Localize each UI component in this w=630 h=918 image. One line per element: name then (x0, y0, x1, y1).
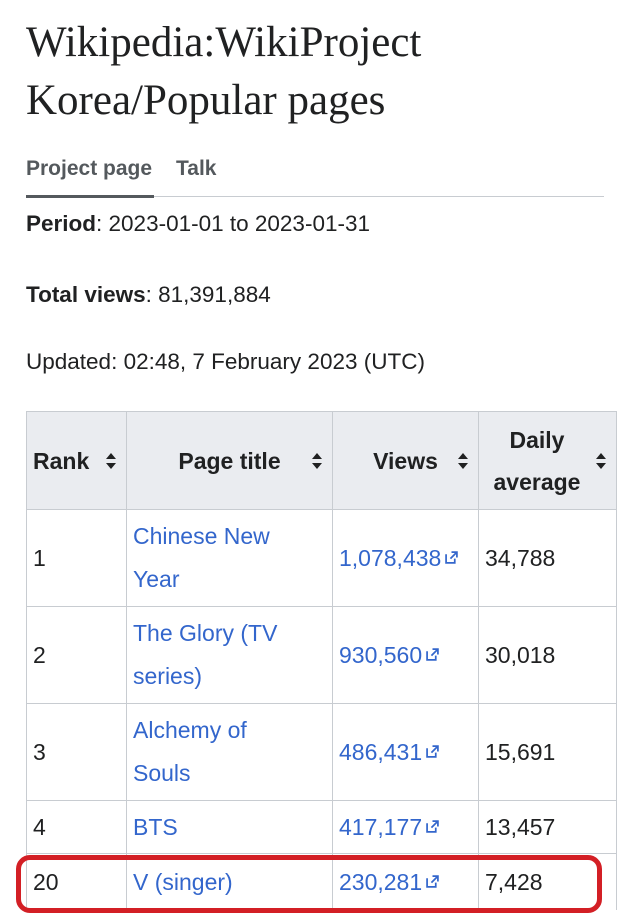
title-cell: Alchemy of Souls (126, 703, 333, 801)
page-title-line2: Korea/Popular pages (26, 77, 386, 124)
header-page-title-label: Page title (178, 447, 281, 474)
header-rank[interactable]: Rank (26, 411, 127, 510)
tab-talk[interactable]: Talk (176, 156, 216, 195)
updated-line: Updated: 02:48, 7 February 2023 (UTC) (26, 349, 425, 374)
daily-cell: 13,457 (478, 800, 617, 854)
page-link-line2: Souls (133, 760, 191, 786)
views-value: 486,431 (339, 738, 423, 765)
total-views-line: Total views: 81,391,884 (26, 282, 271, 308)
views-value: 417,177 (339, 813, 423, 840)
views-cell: 486,431 (332, 703, 479, 801)
period-line: Period: 2023-01-01 to 2023-01-31 (26, 211, 370, 237)
title-cell: The Glory (TV series) (126, 606, 333, 704)
header-rank-label: Rank (33, 447, 90, 474)
daily-cell: 30,018 (478, 606, 617, 704)
rank-cell: 1 (26, 509, 127, 607)
table-header-row: Rank Page title Views Daily average (26, 411, 617, 510)
namespace-tabs: Project page Talk (26, 152, 604, 198)
sort-icon[interactable] (596, 452, 606, 469)
table-row: 4 BTS 417,177 13,457 (26, 800, 617, 854)
views-value: 930,560 (339, 641, 423, 668)
daily-cell: 34,788 (478, 509, 617, 607)
views-cell: 930,560 (332, 606, 479, 704)
highlight-box (16, 855, 602, 913)
rank-cell: 4 (26, 800, 127, 854)
period-value: : 2023-01-01 to 2023-01-31 (96, 211, 370, 236)
page-link[interactable]: BTS (133, 814, 178, 840)
page-link-line1: Alchemy of (133, 717, 247, 743)
header-views[interactable]: Views (332, 411, 479, 510)
views-cell: 417,177 (332, 800, 479, 854)
views-value: 1,078,438 (339, 544, 442, 571)
external-link-icon (426, 745, 439, 758)
table-row: 3 Alchemy of Souls 486,431 15,691 (26, 703, 617, 801)
rank-cell: 3 (26, 703, 127, 801)
page-link-line2: Year (133, 566, 180, 592)
title-cell: Chinese New Year (126, 509, 333, 607)
external-link-icon (426, 648, 439, 661)
page-link-line1: Chinese New (133, 523, 270, 549)
page-link-line2: series) (133, 663, 203, 689)
popular-pages-table: Rank Page title Views Daily average 1 Chi… (26, 411, 617, 910)
page-link[interactable]: The Glory (TV series) (133, 620, 277, 689)
views-link[interactable]: 486,431 (339, 739, 439, 765)
sort-icon[interactable] (106, 452, 116, 469)
page-title: Wikipedia:WikiProject Korea/Popular page… (26, 14, 616, 130)
table-row: 2 The Glory (TV series) 930,560 30,018 (26, 606, 617, 704)
header-daily-average[interactable]: Daily average (478, 411, 617, 510)
total-views-value: : 81,391,884 (145, 282, 271, 307)
rank-cell: 2 (26, 606, 127, 704)
period-label: Period (26, 211, 97, 236)
header-page-title[interactable]: Page title (126, 411, 333, 510)
total-views-label: Total views (26, 282, 146, 307)
daily-cell: 15,691 (478, 703, 617, 801)
views-link[interactable]: 417,177 (339, 814, 439, 840)
table-row: 1 Chinese New Year 1,078,438 34,788 (26, 509, 617, 607)
page-title-line1: Wikipedia:WikiProject (26, 19, 422, 66)
external-link-icon (426, 820, 439, 833)
views-cell: 1,078,438 (332, 509, 479, 607)
external-link-icon (445, 551, 459, 564)
tab-project-page[interactable]: Project page (26, 156, 155, 198)
sort-icon[interactable] (312, 452, 322, 469)
page-link[interactable]: Chinese New Year (133, 523, 270, 592)
views-link[interactable]: 930,560 (339, 642, 439, 668)
sort-icon[interactable] (458, 452, 468, 469)
header-daily-average-label: Daily average (485, 419, 589, 503)
header-views-label: Views (373, 447, 438, 474)
page-link-line1: The Glory (TV (133, 620, 278, 646)
page-link[interactable]: Alchemy of Souls (133, 717, 247, 786)
header-daily-line2: average (493, 468, 581, 495)
views-link[interactable]: 1,078,438 (339, 544, 459, 571)
header-daily-line1: Daily (509, 426, 565, 453)
title-cell: BTS (126, 800, 333, 854)
